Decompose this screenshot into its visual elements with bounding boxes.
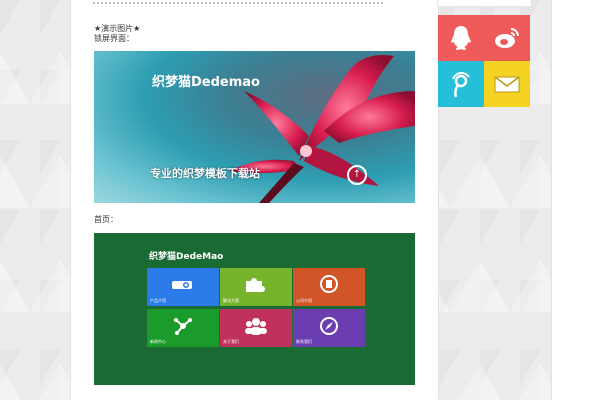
- tile-contact: 联系我们: [293, 309, 365, 347]
- tile-label: 新闻中心: [150, 339, 166, 344]
- article-content: ★演示图片★ 锁屏界面： 织梦猫Dedemao 专业的织梦模板下载站 ↑ 首页：…: [70, 0, 439, 400]
- tile-company: 公司介绍: [293, 268, 365, 306]
- tencent-weibo-icon: [452, 72, 470, 98]
- network-icon: [174, 318, 192, 335]
- tile-label: 联系我们: [296, 339, 312, 344]
- sidebar-box: [437, 0, 532, 7]
- home-screen-title: 织梦猫DedeMao: [149, 252, 224, 262]
- home-screen-caption: 首页：: [94, 215, 118, 224]
- share-qq-button[interactable]: [438, 15, 484, 61]
- share-tencent-weibo-button[interactable]: [438, 61, 484, 107]
- right-column: [551, 0, 600, 400]
- puzzle-icon: [246, 278, 265, 292]
- divider: [93, 2, 383, 4]
- projector-icon: [172, 281, 192, 289]
- tile-label: 公司介绍: [296, 298, 312, 303]
- share-buttons: [438, 15, 530, 107]
- weibo-icon: [495, 28, 519, 48]
- tile-news: 新闻中心: [147, 309, 219, 347]
- lock-screen-title: 织梦猫Dedemao: [152, 75, 260, 90]
- people-icon: [245, 318, 267, 335]
- tile-label: 关于我们: [223, 339, 239, 344]
- tile-label: 产品介绍: [150, 298, 166, 303]
- share-weibo-button[interactable]: [484, 15, 530, 61]
- compass-icon: [320, 317, 338, 335]
- qq-penguin-icon: [451, 26, 471, 50]
- tile-solution: 解决方案: [220, 268, 292, 306]
- tile-about: 关于我们: [220, 309, 292, 347]
- share-email-button[interactable]: [484, 61, 530, 107]
- lock-screen-slogan: 专业的织梦模板下载站: [150, 167, 260, 180]
- home-screen-image: 织梦猫DedeMao 产品介绍 解决方案 公司介绍 新闻中心 关于我们 联系我们: [94, 233, 415, 385]
- mail-icon: [494, 76, 520, 93]
- up-arrow-icon: ↑: [347, 165, 367, 185]
- tile-label: 解决方案: [223, 298, 239, 303]
- tile-product: 产品介绍: [147, 268, 219, 306]
- lock-screen-image: 织梦猫Dedemao 专业的织梦模板下载站 ↑: [94, 51, 415, 203]
- lock-screen-caption: 锁屏界面：: [94, 34, 134, 43]
- building-icon: [320, 275, 338, 293]
